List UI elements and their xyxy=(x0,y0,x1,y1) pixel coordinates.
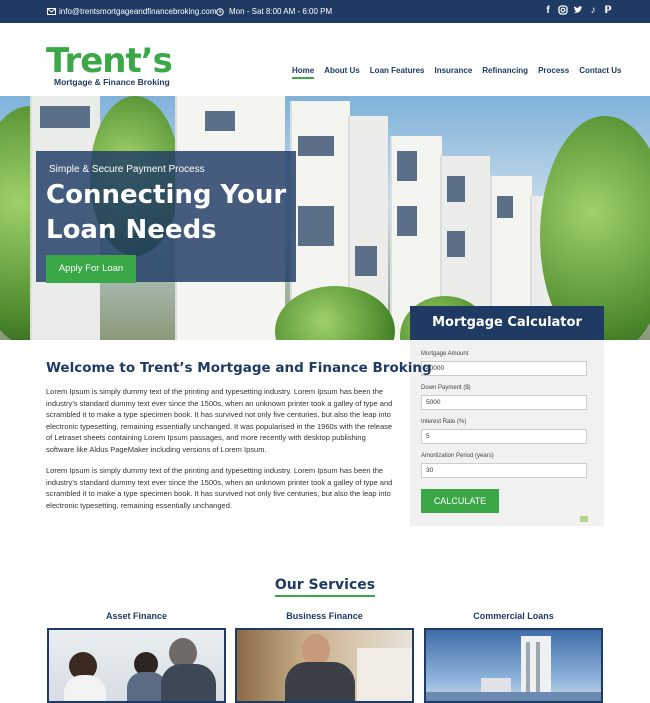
down-payment-input[interactable]: 5000 xyxy=(421,395,587,410)
service-title: Asset Finance xyxy=(105,611,168,621)
mortgage-amount-input[interactable]: 40000 xyxy=(421,361,587,376)
hours-text: Mon - Sat 8:00 AM - 6:00 PM xyxy=(229,7,333,16)
down-payment-label: Down Payment ($) xyxy=(421,385,471,391)
amortization-period-input[interactable]: 30 xyxy=(421,463,587,478)
welcome-section: Welcome to Trent’s Mortgage and Finance … xyxy=(46,360,432,511)
site-logo[interactable]: Trent’s Mortgage & Finance Broking xyxy=(46,37,173,91)
nav-contact-us[interactable]: Contact Us xyxy=(579,66,621,79)
nav-home[interactable]: Home xyxy=(292,66,315,79)
calculator-badge-icon xyxy=(580,516,588,522)
email-text: info@trentsmortgageandfinancebroking.com xyxy=(59,7,217,16)
nav-refinancing[interactable]: Refinancing xyxy=(482,66,528,79)
service-card-asset-finance[interactable]: Asset Finance xyxy=(47,611,226,703)
logo-brand: Trent’s xyxy=(46,41,173,81)
social-links: f ♪ 𝗣 xyxy=(543,5,613,17)
mortgage-calculator: Mortgage Amount 40000 Down Payment ($) 5… xyxy=(410,340,604,526)
site-header: Trent’s Mortgage & Finance Broking Home … xyxy=(0,23,650,96)
service-image-asset-finance xyxy=(47,628,226,703)
service-image-business-finance xyxy=(235,628,414,703)
pinterest-icon[interactable]: 𝗣 xyxy=(603,5,613,17)
hero-title: Connecting Your Loan Needs xyxy=(46,180,287,245)
instagram-icon[interactable] xyxy=(558,5,568,17)
main-nav: Home About Us Loan Features Insurance Re… xyxy=(292,66,621,79)
hero-overlay: Simple & Secure Payment Process Connecti… xyxy=(36,151,296,283)
nav-about-us[interactable]: About Us xyxy=(324,66,360,79)
service-image-commercial-loans xyxy=(424,628,603,703)
email-contact[interactable]: info@trentsmortgageandfinancebroking.com xyxy=(47,7,217,16)
nav-process[interactable]: Process xyxy=(538,66,569,79)
services-heading: Our Services xyxy=(0,576,650,597)
logo-tagline: Mortgage & Finance Broking xyxy=(54,77,170,87)
top-bar: info@trentsmortgageandfinancebroking.com… xyxy=(0,0,650,23)
nav-loan-features[interactable]: Loan Features xyxy=(370,66,425,79)
calculator-title: Mortgage Calculator xyxy=(410,306,604,340)
service-title: Business Finance xyxy=(286,611,363,621)
interest-rate-input[interactable]: 5 xyxy=(421,429,587,444)
nav-insurance[interactable]: Insurance xyxy=(434,66,472,79)
interest-rate-label: Interest Rate (%) xyxy=(421,419,467,425)
service-card-business-finance[interactable]: Business Finance xyxy=(235,611,414,703)
calculate-button[interactable]: CALCULATE xyxy=(421,489,499,513)
apply-for-loan-button[interactable]: Apply For Loan xyxy=(46,255,136,283)
services-title: Our Services xyxy=(274,577,376,597)
envelope-icon xyxy=(47,8,56,15)
tiktok-icon[interactable]: ♪ xyxy=(588,5,598,17)
welcome-paragraph-2: Lorem Ipsum is simply dummy text of the … xyxy=(46,466,393,510)
service-title: Commercial Loans xyxy=(473,611,554,621)
twitter-icon[interactable] xyxy=(573,5,583,17)
welcome-title: Welcome to Trent’s Mortgage and Finance … xyxy=(46,360,432,376)
business-hours: Mon - Sat 8:00 AM - 6:00 PM xyxy=(216,7,332,16)
facebook-icon[interactable]: f xyxy=(543,5,553,17)
amortization-period-label: Amortization Period (years) xyxy=(421,453,494,459)
welcome-paragraph-1: Lorem Ipsum is simply dummy text of the … xyxy=(46,387,393,454)
hero-kicker: Simple & Secure Payment Process xyxy=(49,164,205,175)
clock-icon xyxy=(216,7,224,16)
mortgage-amount-label: Mortgage Amount xyxy=(421,351,469,357)
service-card-commercial-loans[interactable]: Commercial Loans xyxy=(424,611,603,703)
